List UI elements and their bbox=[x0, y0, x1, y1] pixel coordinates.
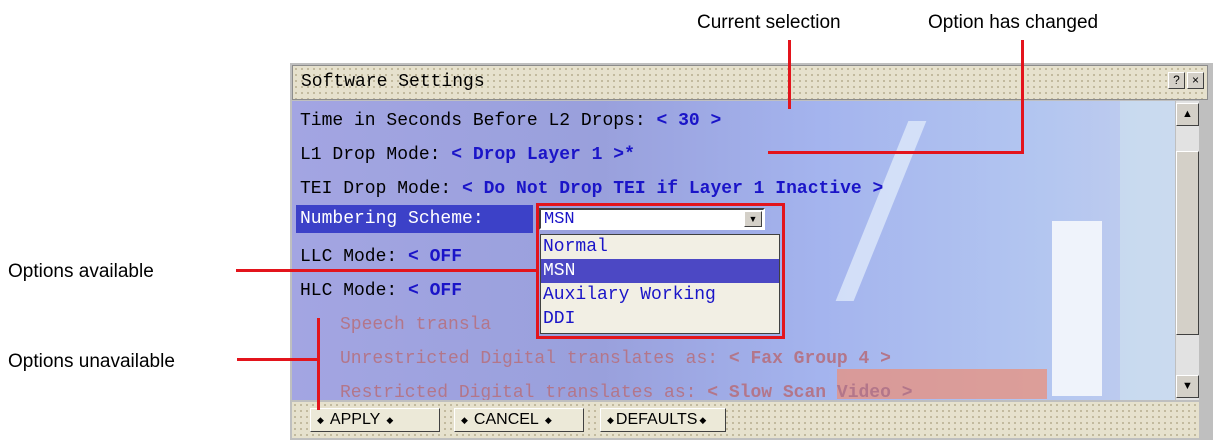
setting-label: HLC Mode: bbox=[300, 281, 409, 301]
setting-value: < Fax Group 4 > bbox=[728, 349, 891, 369]
cancel-button[interactable]: ◆ CANCEL ◆ bbox=[454, 408, 584, 432]
diamond-icon: ◆ bbox=[607, 415, 614, 425]
setting-value[interactable]: < Do Not Drop TEI if Layer 1 Inactive > bbox=[462, 179, 883, 199]
diamond-icon: ◆ bbox=[699, 415, 707, 425]
callout-line bbox=[768, 151, 1024, 154]
scroll-thumb[interactable] bbox=[1176, 151, 1199, 335]
callout-line bbox=[317, 318, 320, 410]
scroll-up-icon[interactable]: ▲ bbox=[1176, 103, 1199, 126]
setting-hlc-mode[interactable]: HLC Mode: < OFF bbox=[300, 281, 462, 301]
setting-restricted-digital: Restricted Digital translates as: < Slow… bbox=[340, 383, 913, 400]
setting-value[interactable]: < Drop Layer 1 >* bbox=[451, 145, 635, 165]
cancel-label: CANCEL bbox=[473, 411, 539, 429]
setting-label: LLC Mode: bbox=[300, 247, 409, 267]
diamond-icon: ◆ bbox=[386, 415, 394, 425]
options-available-highlight-box bbox=[536, 203, 785, 339]
background-streak bbox=[1052, 221, 1102, 396]
diamond-icon: ◆ bbox=[544, 415, 552, 425]
setting-label: TEI Drop Mode: bbox=[300, 179, 463, 199]
window-title: Software Settings bbox=[301, 72, 485, 92]
apply-button[interactable]: ◆ APPLY ◆ bbox=[310, 408, 440, 432]
setting-label: Time in Seconds Before L2 Drops: bbox=[300, 111, 657, 131]
close-button[interactable]: × bbox=[1187, 72, 1204, 89]
setting-llc-mode[interactable]: LLC Mode: < OFF bbox=[300, 247, 462, 267]
setting-l2-drops[interactable]: Time in Seconds Before L2 Drops: < 30 > bbox=[300, 111, 721, 131]
callout-options-available: Options available bbox=[8, 261, 154, 282]
setting-label: Speech transla bbox=[340, 315, 492, 335]
callout-line bbox=[788, 40, 791, 109]
callout-line bbox=[1021, 40, 1024, 154]
callout-current-selection: Current selection bbox=[697, 12, 841, 33]
vertical-scrollbar[interactable]: ▲ ▼ bbox=[1176, 101, 1199, 400]
title-bar[interactable]: Software Settings ? × bbox=[292, 65, 1208, 100]
button-bar: ◆ APPLY ◆ ◆ CANCEL ◆ ◆ DEFAULTS ◆ bbox=[292, 402, 1199, 438]
setting-label: Unrestricted Digital translates as: bbox=[340, 349, 729, 369]
callout-option-has-changed: Option has changed bbox=[928, 12, 1099, 33]
background-streak bbox=[1120, 101, 1175, 400]
setting-value: < Slow Scan Video > bbox=[707, 383, 913, 400]
setting-value[interactable]: < OFF bbox=[408, 281, 462, 301]
callout-options-unavailable: Options unavailable bbox=[8, 351, 175, 372]
defaults-label: DEFAULTS bbox=[615, 411, 698, 429]
setting-l1-drop-mode[interactable]: L1 Drop Mode: < Drop Layer 1 >* bbox=[300, 145, 635, 165]
setting-unrestricted-digital: Unrestricted Digital translates as: < Fa… bbox=[340, 349, 891, 369]
scroll-down-icon[interactable]: ▼ bbox=[1176, 375, 1199, 398]
diamond-icon: ◆ bbox=[461, 415, 468, 425]
apply-label: APPLY bbox=[329, 411, 381, 429]
callout-line bbox=[236, 269, 536, 272]
settings-panel: Time in Seconds Before L2 Drops: < 30 > … bbox=[292, 101, 1175, 400]
help-button[interactable]: ? bbox=[1168, 72, 1185, 89]
software-settings-window: Software Settings ? × Time in Seconds Be… bbox=[290, 63, 1213, 440]
defaults-button[interactable]: ◆ DEFAULTS ◆ bbox=[600, 408, 726, 432]
background-streak bbox=[835, 121, 927, 301]
setting-value[interactable]: < OFF bbox=[408, 247, 462, 267]
numbering-scheme-label[interactable]: Numbering Scheme: bbox=[300, 209, 484, 229]
setting-value[interactable]: < 30 > bbox=[656, 111, 721, 131]
callout-line bbox=[237, 358, 319, 361]
setting-tei-drop-mode[interactable]: TEI Drop Mode: < Do Not Drop TEI if Laye… bbox=[300, 179, 883, 199]
diamond-icon: ◆ bbox=[317, 415, 324, 425]
setting-label: L1 Drop Mode: bbox=[300, 145, 452, 165]
setting-label: Restricted Digital translates as: bbox=[340, 383, 708, 400]
